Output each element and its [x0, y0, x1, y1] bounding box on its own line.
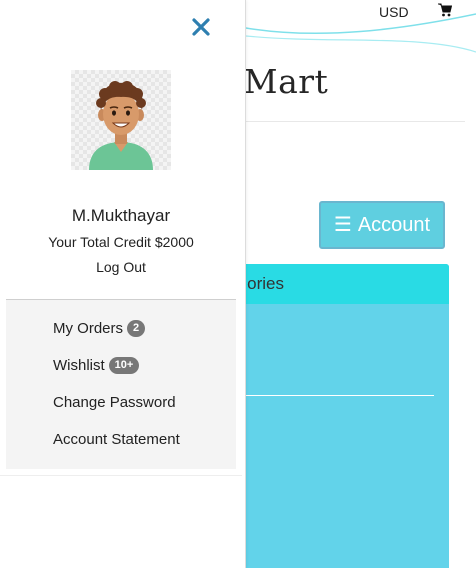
cart-icon[interactable]: [438, 3, 453, 17]
account-menu: My Orders 2 Wishlist 10+ Change Password…: [6, 300, 236, 469]
orders-count-badge: 2: [127, 320, 146, 337]
menu-item-label: My Orders: [53, 320, 124, 337]
drawer-bottom-divider: [0, 475, 242, 476]
logout-link[interactable]: Log Out: [0, 259, 242, 275]
menu-item-label: Account Statement: [53, 431, 180, 448]
categories-header[interactable]: ories: [236, 264, 449, 304]
user-name: M.Mukthayar: [71, 206, 171, 225]
user-avatar: [71, 70, 171, 170]
menu-item-change-password[interactable]: Change Password: [53, 394, 176, 411]
credit-balance: Your Total Credit $2000: [48, 234, 194, 250]
menu-item-label: Wishlist: [53, 357, 105, 374]
hamburger-icon: ☰: [333, 214, 352, 236]
account-button-label: Account: [357, 213, 431, 236]
brand-divider: [246, 121, 465, 122]
categories-panel: ories: [236, 264, 449, 568]
account-side-drawer: M.Mukthayar Your Total Credit $2000 Log …: [0, 0, 246, 568]
close-icon[interactable]: [189, 15, 213, 39]
menu-item-my-orders[interactable]: My Orders 2: [53, 320, 146, 337]
menu-item-label: Change Password: [53, 394, 176, 411]
account-menu-button[interactable]: ☰ Account: [319, 201, 445, 249]
categories-divider: [246, 395, 434, 396]
menu-item-account-statement[interactable]: Account Statement: [53, 431, 180, 448]
wishlist-count-badge: 10+: [108, 357, 140, 374]
menu-item-wishlist[interactable]: Wishlist 10+: [53, 357, 140, 374]
currency-selector[interactable]: USD: [379, 4, 409, 20]
